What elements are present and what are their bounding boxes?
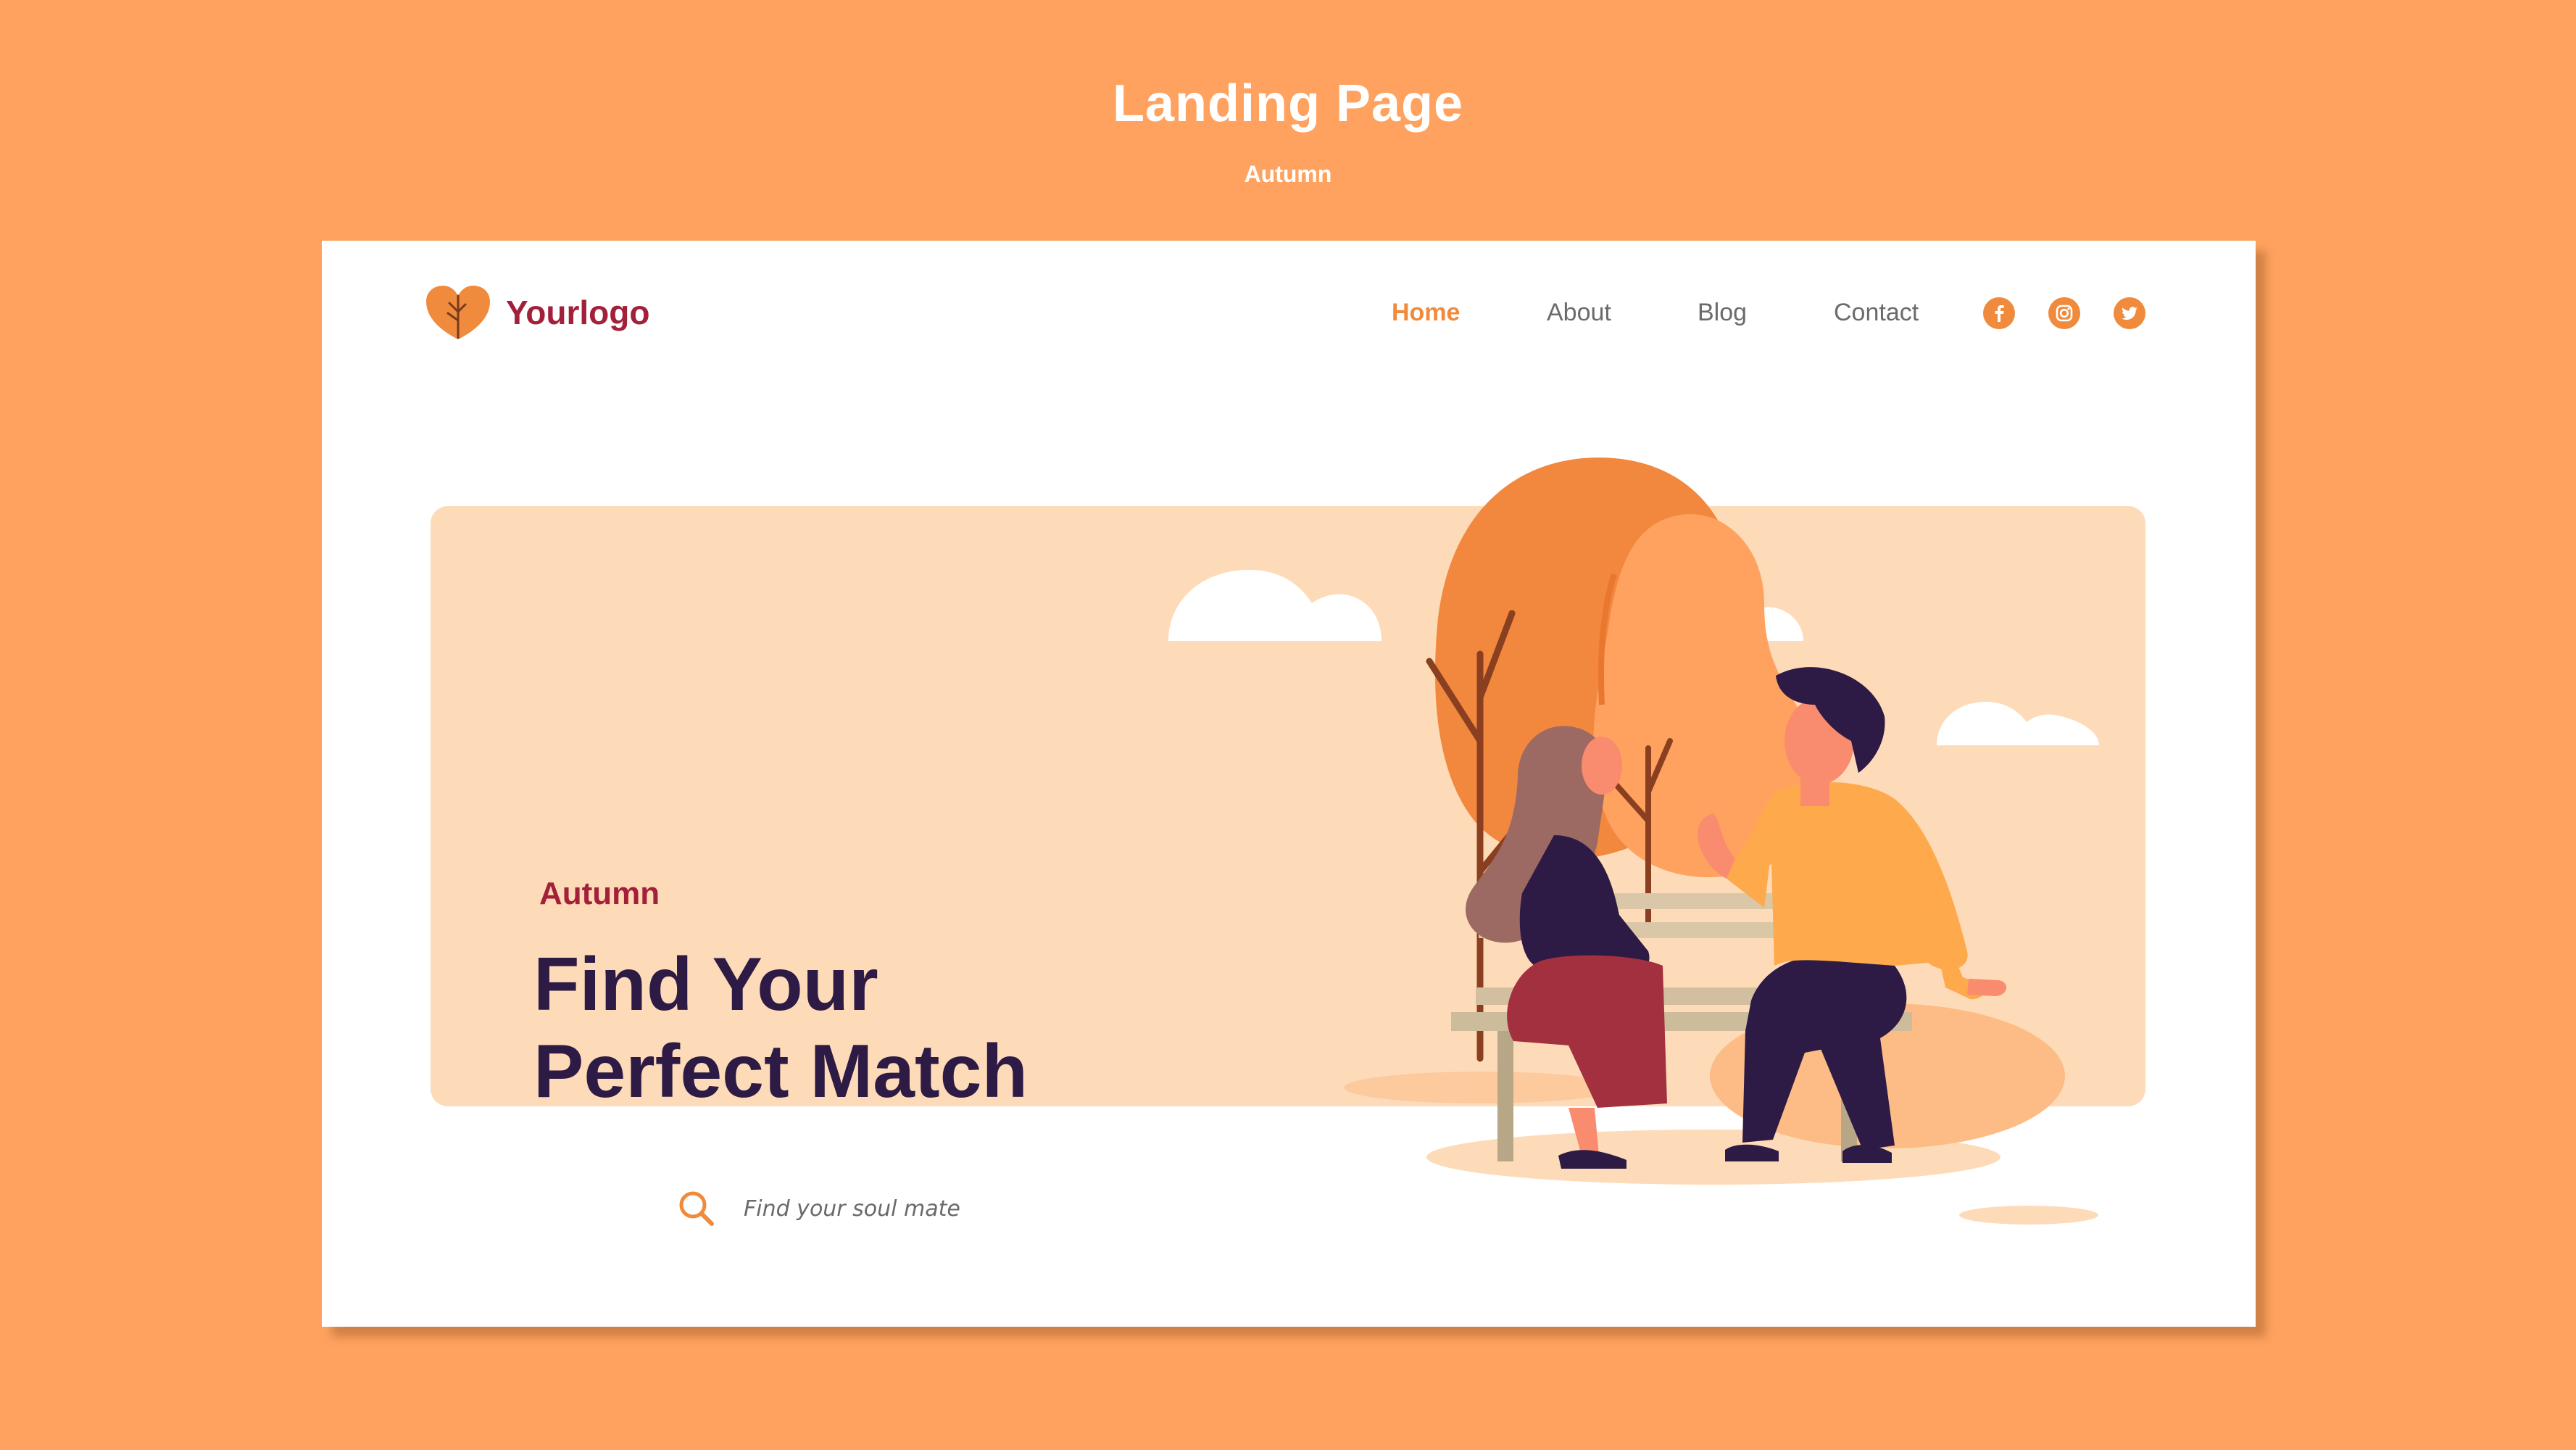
navbar: Yourlogo Home About Blog Contact [322,241,2256,386]
instagram-button[interactable] [2048,297,2080,329]
facebook-icon [1995,305,2004,322]
twitter-icon [2122,307,2137,320]
page-subtitle: Autumn [1244,161,1332,187]
hero-heading-line-2: Perfect Match [533,1030,1028,1114]
search-icon [679,1191,714,1226]
nav-link-contact[interactable]: Contact [1834,299,1919,327]
landing-page-mockup: Yourlogo Home About Blog Contact Autumn … [322,241,2256,1327]
nav-links: Home About Blog Contact [322,299,2256,342]
nav-link-blog[interactable]: Blog [1698,299,1747,327]
hero-eyebrow: Autumn [539,876,660,911]
hero-panel: Autumn Find Your Perfect Match [431,506,2145,1247]
nav-link-home[interactable]: Home [1392,299,1460,327]
search-input[interactable] [742,1195,1151,1222]
hero-heading: Find Your Perfect Match [533,941,1028,1115]
page-title: Landing Page [1112,75,1464,133]
twitter-button[interactable] [2114,297,2145,329]
search-box[interactable] [639,1170,1184,1247]
hero-heading-line-1: Find Your [533,942,878,1027]
instagram-icon [2056,304,2073,322]
nav-link-about[interactable]: About [1547,299,1611,327]
facebook-button[interactable] [1983,297,2015,329]
